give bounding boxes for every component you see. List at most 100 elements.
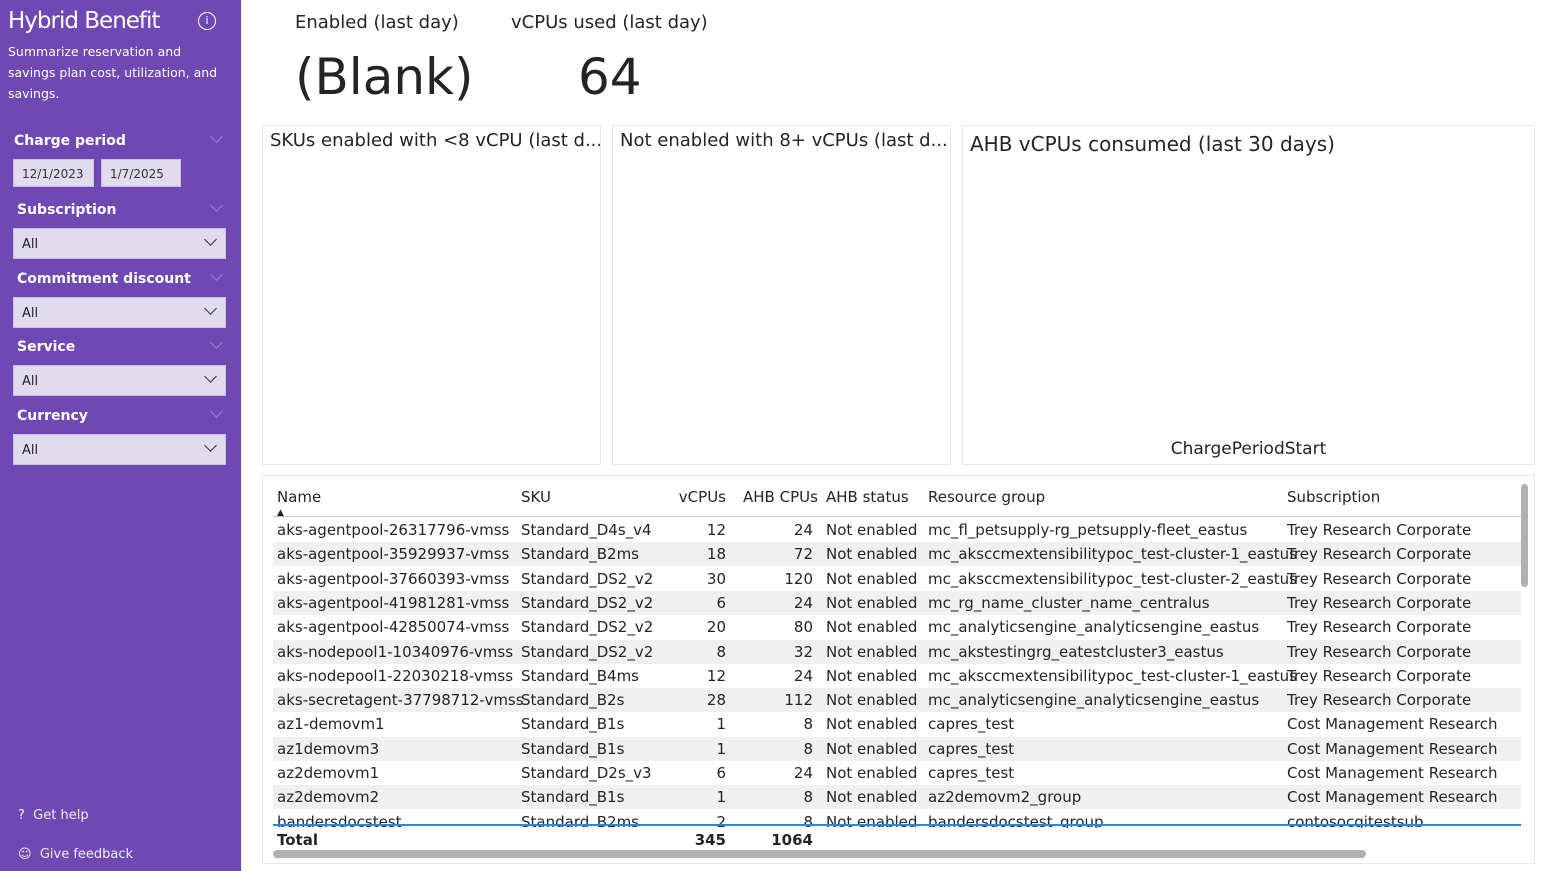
vertical-scrollbar[interactable] [1521, 484, 1528, 587]
table-row[interactable]: aks-agentpool-42850074-vmss Standard_DS2_… [273, 615, 1521, 639]
table-cell: mc_analyticsengine_analyticsengine_eastu… [928, 691, 1260, 710]
end-date-input[interactable]: 1/7/2025 [101, 159, 181, 187]
start-date-input[interactable]: 12/1/2023 [13, 159, 94, 187]
table-cell: mc_rg_name_cluster_name_centralus [928, 593, 1210, 612]
get-help-label: Get help [33, 808, 89, 823]
table-cell: az2demovm2 [277, 788, 380, 807]
column-header[interactable]: AHB CPUs [743, 488, 818, 506]
kpi-enabled-value: (Blank) [295, 48, 474, 106]
table-cell: Trey Research Corporate [1287, 666, 1472, 685]
app-description: Summarize reservation and savings plan c… [8, 44, 218, 101]
get-help-link[interactable]: ? Get help [18, 808, 89, 823]
table-row[interactable]: az2demovm1 Standard_D2s_v3 6 24 Not enabled c… [273, 761, 1521, 785]
table-cell: Cost Management Research [1287, 715, 1498, 734]
table-cell: aks-nodepool1-22030218-vmss [277, 666, 514, 685]
table-header: Name SKU vCPUs AHB CPUs AHB status Resource g… [273, 484, 1521, 518]
table-cell: Standard_DS2_v2 [521, 618, 654, 637]
table-row[interactable]: aks-agentpool-26317796-vmss Standard_D4s_… [273, 518, 1521, 542]
table-cell: 20 [706, 618, 726, 637]
table-cell: Standard_B2ms [521, 545, 640, 564]
give-feedback-link[interactable]: ☺ Give feedback [18, 847, 133, 862]
table-cell: 24 [793, 666, 813, 685]
table-cell: 8 [803, 715, 813, 734]
table-cell: mc_analyticsengine_analyticsengine_eastu… [928, 618, 1260, 637]
table-cell: Not enabled [826, 764, 918, 782]
total-ahb-cpus: 1064 [771, 831, 813, 849]
give-feedback-label: Give feedback [39, 847, 134, 862]
table-cell: Not enabled [826, 739, 918, 758]
table-row[interactable]: aks-agentpool-35929937-vmss Standard_B2ms… [273, 542, 1521, 567]
table-cell: Standard_DS2_v2 [521, 569, 654, 588]
table-cell: az1demovm3 [277, 739, 380, 758]
table-cell: Standard_B2s [521, 691, 625, 710]
table-cell: 120 [784, 569, 813, 588]
currency-dropdown[interactable]: All [13, 434, 226, 465]
table-row[interactable]: aks-nodepool1-22030218-vmss Standard_B4ms… [273, 664, 1521, 688]
table-cell: Not enabled [826, 593, 918, 612]
column-header[interactable]: Name [277, 488, 321, 506]
ahb-vcpus-chart: AHB vCPUs consumed (last 30 days) Charge… [962, 125, 1535, 465]
table-cell: az2demovm2_group [928, 788, 1082, 807]
feedback-icon: ☺ [18, 847, 32, 862]
table-row[interactable]: aks-agentpool-37660393-vmss Standard_DS2_… [273, 567, 1521, 591]
table-cell: Trey Research Corporate [1287, 521, 1472, 539]
chevron-down-icon[interactable] [210, 268, 223, 281]
sidebar: Hybrid Benefit i Summarize reservation a… [0, 0, 241, 871]
table-cell: mc_aksccmextensibilitypoc_test-cluster-1… [928, 545, 1297, 564]
column-header[interactable]: Resource group [928, 488, 1045, 506]
column-header[interactable]: SKU [521, 488, 551, 506]
table-cell: 30 [706, 569, 726, 588]
table-cell: az2demovm1 [277, 764, 380, 782]
service-dropdown[interactable]: All [13, 365, 226, 396]
chevron-down-icon[interactable] [210, 130, 223, 143]
currency-label: Currency [17, 408, 88, 424]
chevron-down-icon [204, 439, 217, 452]
commitment-dropdown[interactable]: All [13, 297, 226, 328]
table-cell: Not enabled [826, 691, 918, 710]
column-header[interactable]: vCPUs [673, 488, 726, 506]
table-cell: Not enabled [826, 715, 918, 734]
table-cell: capres_test [928, 739, 1015, 758]
chevron-down-icon[interactable] [210, 405, 223, 418]
chevron-down-icon[interactable] [210, 199, 223, 212]
sort-ascending-icon[interactable]: ▲ [277, 508, 284, 518]
total-label: Total [277, 831, 318, 849]
x-axis-label: ChargePeriodStart [1170, 439, 1327, 459]
table-row[interactable]: az2demovm2 Standard_B1s 1 8 Not enabled az2de… [273, 785, 1521, 810]
column-header[interactable]: AHB status [826, 488, 909, 506]
resources-table: Name SKU vCPUs AHB CPUs AHB status Resource g… [262, 475, 1535, 864]
kpi-enabled-title: Enabled (last day) [295, 12, 459, 33]
table-cell: 1 [716, 788, 726, 807]
table-cell: Cost Management Research [1287, 739, 1498, 758]
table-row[interactable]: aks-secretagent-37798712-vmss Standard_B2… [273, 688, 1521, 713]
dropdown-value: All [22, 443, 39, 458]
dropdown-value: All [22, 237, 39, 252]
subscription-dropdown[interactable]: All [13, 228, 226, 259]
table-cell: Cost Management Research [1287, 764, 1498, 782]
table-cell: mc_aksccmextensibilitypoc_test-cluster-1… [928, 666, 1297, 685]
table-cell: Standard_D2s_v3 [521, 764, 652, 782]
table-cell: mc_fl_petsupply-rg_petsupply-fleet_eastu… [928, 521, 1248, 539]
table-cell: 72 [793, 545, 813, 564]
table-cell: Not enabled [826, 521, 918, 539]
table-cell: aks-agentpool-37660393-vmss [277, 569, 510, 588]
table-cell: 8 [716, 642, 726, 661]
table-row[interactable]: aks-nodepool1-10340976-vmss Standard_DS2_… [273, 639, 1521, 664]
column-header[interactable]: Subscription [1287, 488, 1380, 506]
table-cell: 1 [716, 739, 726, 758]
table-cell: Trey Research Corporate [1287, 593, 1472, 612]
table-cell: mc_aksccmextensibilitypoc_test-cluster-2… [928, 569, 1297, 588]
table-row[interactable]: az1-demovm1 Standard_B1s 1 8 Not enabled capr… [273, 712, 1521, 736]
chevron-down-icon[interactable] [210, 336, 223, 349]
table-cell: Trey Research Corporate [1287, 618, 1472, 637]
table-row[interactable]: aks-agentpool-41981281-vmss Standard_DS2_… [273, 590, 1521, 615]
table-cell: Standard_B4ms [521, 666, 640, 685]
dropdown-value: All [22, 306, 39, 321]
table-row[interactable]: az1demovm3 Standard_B1s 1 8 Not enabled capre… [273, 736, 1521, 761]
table-cell: Standard_D4s_v4 [521, 521, 652, 539]
info-icon[interactable]: i [198, 12, 216, 30]
horizontal-scrollbar[interactable] [273, 850, 1366, 858]
app-title: Hybrid Benefit [8, 8, 160, 34]
table-cell: aks-agentpool-35929937-vmss [277, 545, 510, 564]
table-cell: 8 [803, 739, 813, 758]
